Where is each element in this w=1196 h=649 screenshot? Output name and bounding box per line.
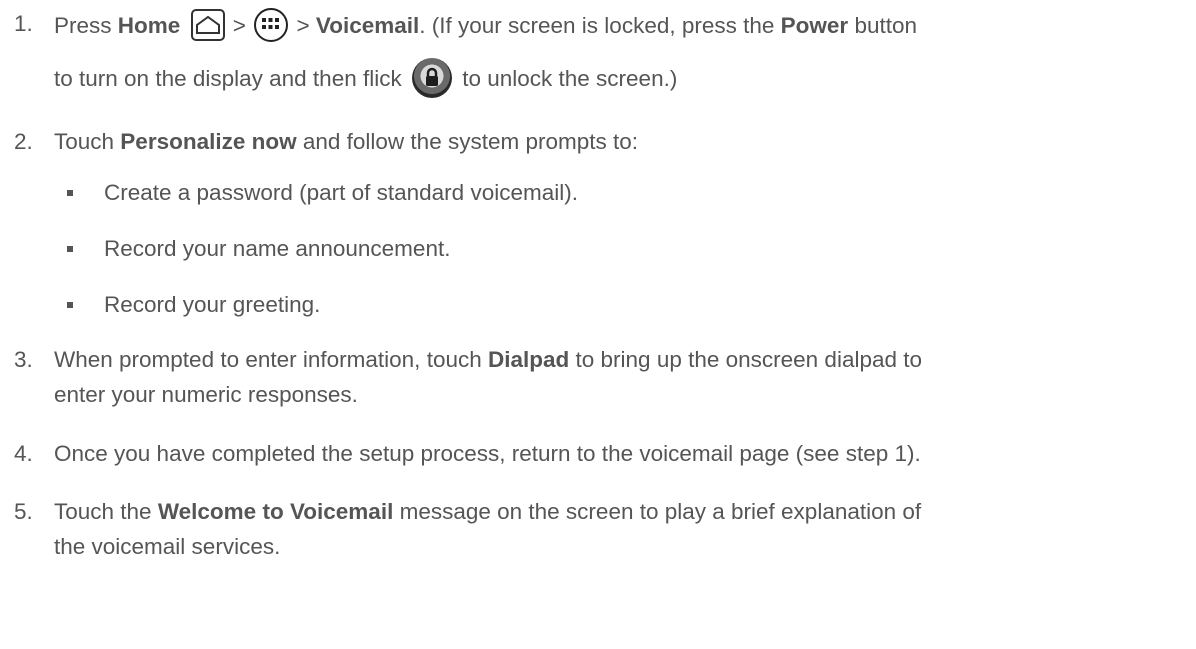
step-1-line-2: to turn on the display and then flick to…: [54, 58, 677, 100]
bullet-icon: [67, 246, 73, 252]
list-item: Record your greeting.: [104, 292, 321, 317]
voicemail-label: Voicemail: [315, 12, 420, 38]
step-2-number: 2.: [14, 129, 33, 154]
step-1-line-1: 1.: [14, 10, 33, 38]
power-label: Power: [780, 12, 849, 38]
bullet-icon: [67, 190, 73, 196]
step-5-number: 5.: [14, 499, 33, 524]
step-5-line-2: the voicemail services.: [54, 534, 281, 559]
instruction-document: 1. Press Home > > Voicemail. (If your sc…: [0, 0, 1196, 649]
step-2-text: Touch Personalize now and follow the sys…: [54, 129, 639, 154]
step-4-number: 4.: [14, 441, 33, 466]
step-1-text: Press Home > > Voicemail. (If your scree…: [54, 8, 917, 44]
personalize-now-label: Personalize now: [120, 129, 297, 154]
step-3-text: When prompted to enter information, touc…: [54, 347, 923, 372]
bullet-icon: [67, 302, 73, 308]
home-label: Home: [117, 12, 181, 38]
list-item: Create a password (part of standard voic…: [104, 180, 578, 205]
step-4-text: Once you have completed the setup proces…: [54, 441, 921, 466]
list-item: Record your name announcement.: [104, 236, 451, 261]
step-5-text: Touch the Welcome to Voicemail message o…: [54, 499, 922, 524]
home-icon: [190, 9, 225, 41]
welcome-to-voicemail-label: Welcome to Voicemail: [157, 499, 394, 524]
lock-icon: [411, 58, 452, 98]
step-3-line-2: enter your numeric responses.: [54, 382, 358, 407]
step-number: 1.: [14, 11, 33, 36]
step-3-number: 3.: [14, 347, 33, 372]
apps-grid-icon: [254, 8, 289, 42]
dialpad-label: Dialpad: [487, 347, 570, 372]
